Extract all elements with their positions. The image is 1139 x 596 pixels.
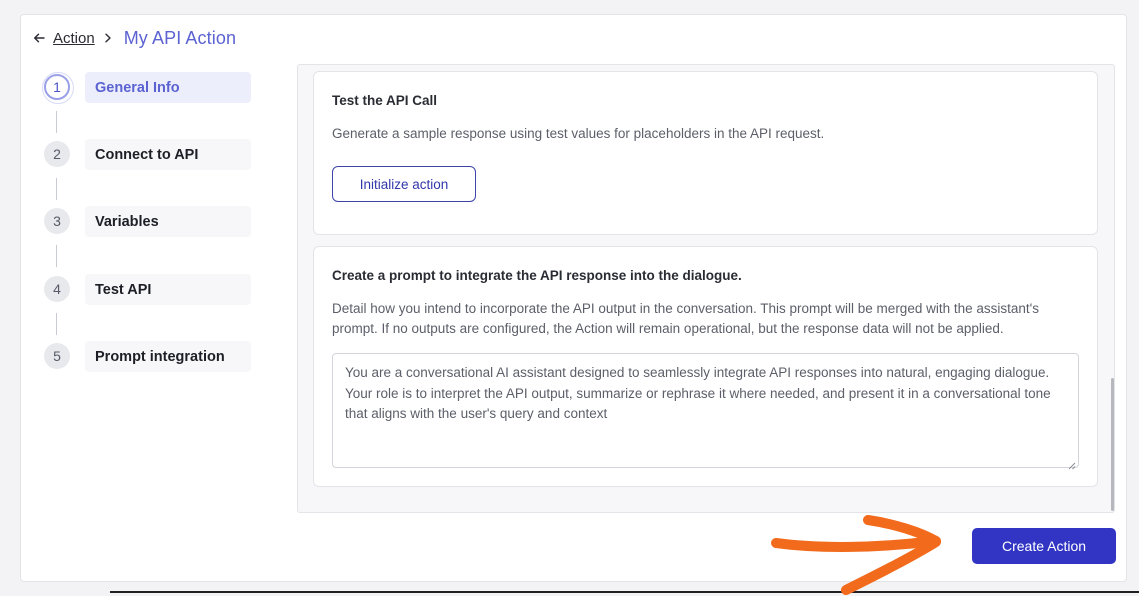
create-action-button[interactable]: Create Action xyxy=(972,528,1116,564)
prompt-card-description: Detail how you intend to incorporate the… xyxy=(332,301,1039,336)
step-number: 4 xyxy=(44,276,70,302)
prompt-text: You are a conversational AI assistant de… xyxy=(345,365,1051,421)
initialize-action-button[interactable]: Initialize action xyxy=(332,166,476,202)
step-label[interactable]: Prompt integration xyxy=(85,341,251,372)
step-label[interactable]: Variables xyxy=(85,206,251,237)
step-number: 2 xyxy=(44,141,70,167)
step-label[interactable]: Test API xyxy=(85,274,251,305)
step-connector xyxy=(56,245,57,267)
step-number: 5 xyxy=(44,343,70,369)
step-connector xyxy=(56,111,57,133)
breadcrumb-back-link[interactable]: Action xyxy=(53,30,95,47)
step-number: 1 xyxy=(42,72,74,104)
panel-scrollbar[interactable] xyxy=(1111,378,1114,511)
arrow-left-icon[interactable] xyxy=(33,31,47,45)
prompt-card-title: Create a prompt to integrate the API res… xyxy=(332,268,742,283)
step-general-info[interactable]: 1 General Info xyxy=(42,72,254,104)
bottom-divider xyxy=(110,591,1139,593)
step-variables[interactable]: 3 Variables xyxy=(44,206,254,238)
breadcrumb: Action My API Action xyxy=(33,26,236,50)
test-card-title: Test the API Call xyxy=(332,93,438,108)
step-connector xyxy=(56,178,57,200)
test-api-card: Test the API Call Generate a sample resp… xyxy=(313,71,1098,235)
arrow-annotation xyxy=(771,515,941,595)
step-connector xyxy=(56,313,57,335)
prompt-integration-card: Create a prompt to integrate the API res… xyxy=(313,246,1098,487)
step-prompt-integration[interactable]: 5 Prompt integration xyxy=(44,341,254,373)
step-connect-to-api[interactable]: 2 Connect to API xyxy=(44,139,254,171)
step-label[interactable]: General Info xyxy=(85,72,251,103)
step-test-api[interactable]: 4 Test API xyxy=(44,274,254,306)
step-number: 3 xyxy=(44,208,70,234)
page-title: My API Action xyxy=(123,27,237,48)
resize-handle-icon[interactable] xyxy=(1067,456,1076,470)
prompt-textarea[interactable]: You are a conversational AI assistant de… xyxy=(332,353,1079,470)
step-label[interactable]: Connect to API xyxy=(85,139,251,170)
test-card-description: Generate a sample response using test va… xyxy=(332,126,825,141)
chevron-right-icon xyxy=(103,32,115,44)
